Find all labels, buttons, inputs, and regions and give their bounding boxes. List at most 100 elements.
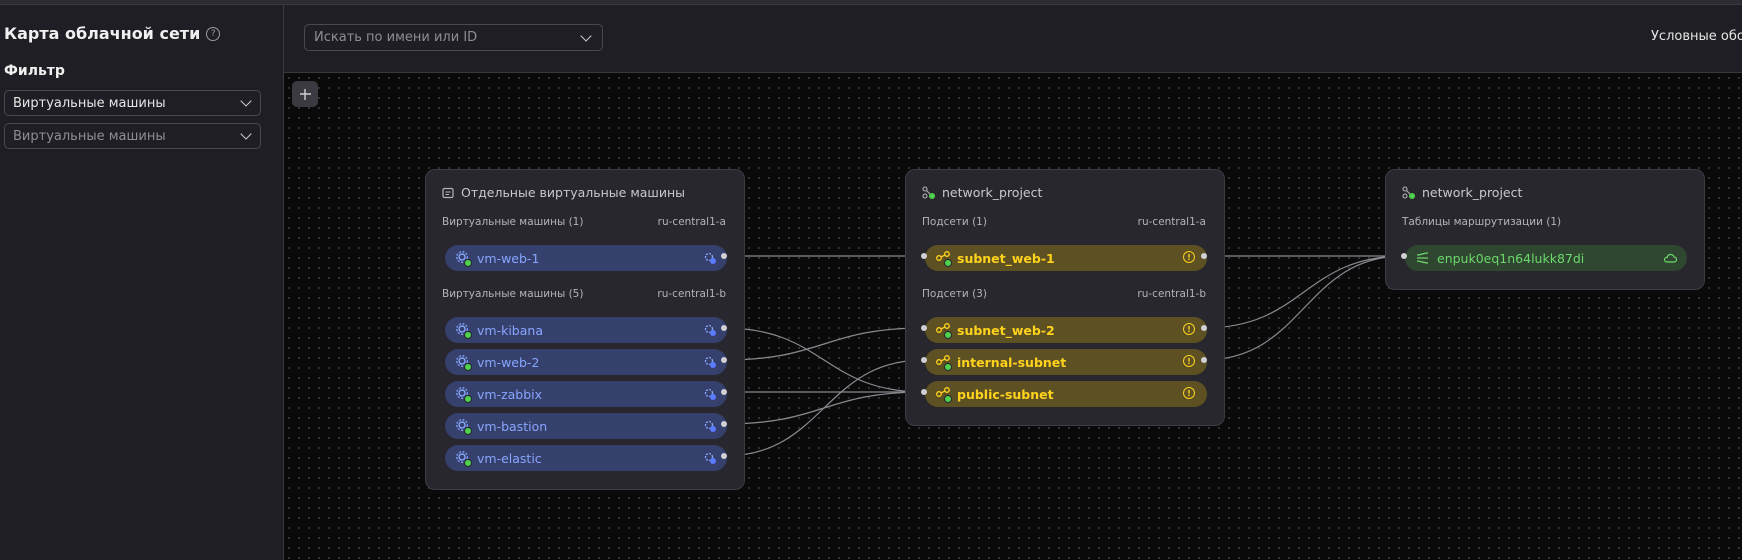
link-vm-elastic-internal-subnet <box>723 359 925 457</box>
help-icon[interactable]: ? <box>206 26 221 41</box>
route-table-name: enpuk0eq1n64lukk87di <box>1437 250 1585 266</box>
chevron-down-icon <box>240 128 252 140</box>
sidebar: Карта облачной сети ? Фильтр Виртуальные… <box>0 5 284 560</box>
connection-port[interactable] <box>1201 253 1207 259</box>
vm-gear-icon <box>455 386 472 403</box>
info-icon[interactable]: ! <box>1183 387 1197 401</box>
filter-value-placeholder: Виртуальные машины <box>13 128 166 144</box>
subnet-name: public-subnet <box>957 386 1054 402</box>
search-input[interactable]: Искать по имени или ID <box>304 24 603 51</box>
subnet-icon <box>935 354 952 371</box>
connection-port[interactable] <box>921 357 927 363</box>
vm-gear-icon <box>455 250 472 267</box>
security-group-icon[interactable] <box>703 251 717 265</box>
vm-name: vm-kibana <box>477 322 543 338</box>
group-zone: ru-central1-b <box>1137 288 1206 300</box>
vm-gear-icon <box>455 450 472 467</box>
status-ok-dot <box>464 331 472 339</box>
route-section-label: Таблицы маршрутизации (1) <box>1402 216 1562 228</box>
connection-port[interactable] <box>721 357 727 363</box>
filter-type-select[interactable]: Виртуальные машины <box>4 90 261 116</box>
info-icon[interactable]: ! <box>1183 323 1197 337</box>
connection-port[interactable] <box>721 453 727 459</box>
vm-name: vm-bastion <box>477 418 548 434</box>
page-title: Карта облачной сети ? <box>4 24 221 43</box>
info-icon[interactable]: ! <box>1183 355 1197 369</box>
vm-name: vm-elastic <box>477 450 542 466</box>
link-vm-bastion-public-subnet <box>723 391 925 425</box>
connection-port[interactable] <box>721 389 727 395</box>
subnet-node[interactable]: subnet_web-2 ! <box>925 317 1207 343</box>
panel-title: network_project <box>922 185 1042 200</box>
page-title-text: Карта облачной сети <box>4 24 201 43</box>
subnet-name: subnet_web-2 <box>957 322 1055 338</box>
connection-port[interactable] <box>921 389 927 395</box>
subnet-name: subnet_web-1 <box>957 250 1055 266</box>
cloud-icon[interactable] <box>1663 251 1678 265</box>
panel-title-text: Отдельные виртуальные машины <box>461 185 686 200</box>
info-icon[interactable]: ! <box>1183 251 1197 265</box>
legend-button[interactable]: Условные обоз <box>1651 29 1742 44</box>
chevron-down-icon <box>240 95 252 107</box>
status-ok-dot <box>464 259 472 267</box>
connection-port[interactable] <box>921 325 927 331</box>
vm-group-icon <box>442 187 454 198</box>
status-ok-dot <box>464 459 472 467</box>
security-group-icon[interactable] <box>703 419 717 433</box>
vm-gear-icon <box>455 354 472 371</box>
network-icon <box>1402 186 1415 199</box>
filter-heading: Фильтр <box>4 63 65 79</box>
subnet-name: internal-subnet <box>957 354 1067 370</box>
security-group-icon[interactable] <box>703 323 717 337</box>
vm-gear-icon <box>455 322 472 339</box>
connection-port[interactable] <box>721 253 727 259</box>
filter-value-select[interactable]: Виртуальные машины <box>4 123 261 149</box>
connection-port[interactable] <box>1401 253 1407 259</box>
link-internal-subnet-route <box>1203 255 1405 361</box>
filter-type-value: Виртуальные машины <box>13 95 166 111</box>
collapse-all-button[interactable] <box>292 81 318 107</box>
route-table-node[interactable]: enpuk0eq1n64lukk87di <box>1405 245 1687 271</box>
subnet-node[interactable]: internal-subnet ! <box>925 349 1207 375</box>
collapse-icon <box>300 89 311 100</box>
vm-node[interactable]: vm-kibana <box>445 317 727 343</box>
status-ok-dot <box>464 363 472 371</box>
status-ok-dot <box>944 395 952 403</box>
connection-port[interactable] <box>921 253 927 259</box>
vm-node[interactable]: vm-web-2 <box>445 349 727 375</box>
vm-node[interactable]: vm-bastion <box>445 413 727 439</box>
vm-name: vm-zabbix <box>477 386 543 402</box>
toolbar: Искать по имени или ID Условные обоз <box>284 5 1742 73</box>
group-label: Подсети (3) <box>922 288 987 300</box>
panel-title: network_project <box>1402 185 1522 200</box>
security-group-icon[interactable] <box>703 387 717 401</box>
panel-network-routes: network_project Таблицы маршрутизации (1… <box>1385 169 1705 290</box>
connection-port[interactable] <box>721 325 727 331</box>
vm-node[interactable]: vm-elastic <box>445 445 727 471</box>
status-ok-dot <box>944 363 952 371</box>
subnet-node[interactable]: subnet_web-1 ! <box>925 245 1207 271</box>
vm-node[interactable]: vm-zabbix <box>445 381 727 407</box>
status-ok-dot <box>944 331 952 339</box>
network-map-canvas[interactable]: Отдельные виртуальные машины Виртуальные… <box>284 73 1742 560</box>
vm-name: vm-web-2 <box>477 354 540 370</box>
chevron-down-icon <box>580 29 592 42</box>
search-placeholder: Искать по имени или ID <box>314 30 478 45</box>
status-ok-dot <box>464 427 472 435</box>
connection-port[interactable] <box>721 421 727 427</box>
group-zone: ru-central1-b <box>657 288 726 300</box>
group-zone: ru-central1-a <box>1137 216 1206 228</box>
subnet-node[interactable]: public-subnet ! <box>925 381 1207 407</box>
group-zone: ru-central1-a <box>657 216 726 228</box>
security-group-icon[interactable] <box>703 355 717 369</box>
connection-port[interactable] <box>1201 357 1207 363</box>
connection-port[interactable] <box>1201 325 1207 331</box>
vm-node[interactable]: vm-web-1 <box>445 245 727 271</box>
security-group-icon[interactable] <box>703 451 717 465</box>
group-label: Виртуальные машины (5) <box>442 288 584 300</box>
group-label: Подсети (1) <box>922 216 987 228</box>
link-vm-kibana-public-subnet <box>723 327 925 393</box>
network-icon <box>922 186 935 199</box>
subnet-icon <box>935 250 952 267</box>
panel-title: Отдельные виртуальные машины <box>442 185 685 200</box>
